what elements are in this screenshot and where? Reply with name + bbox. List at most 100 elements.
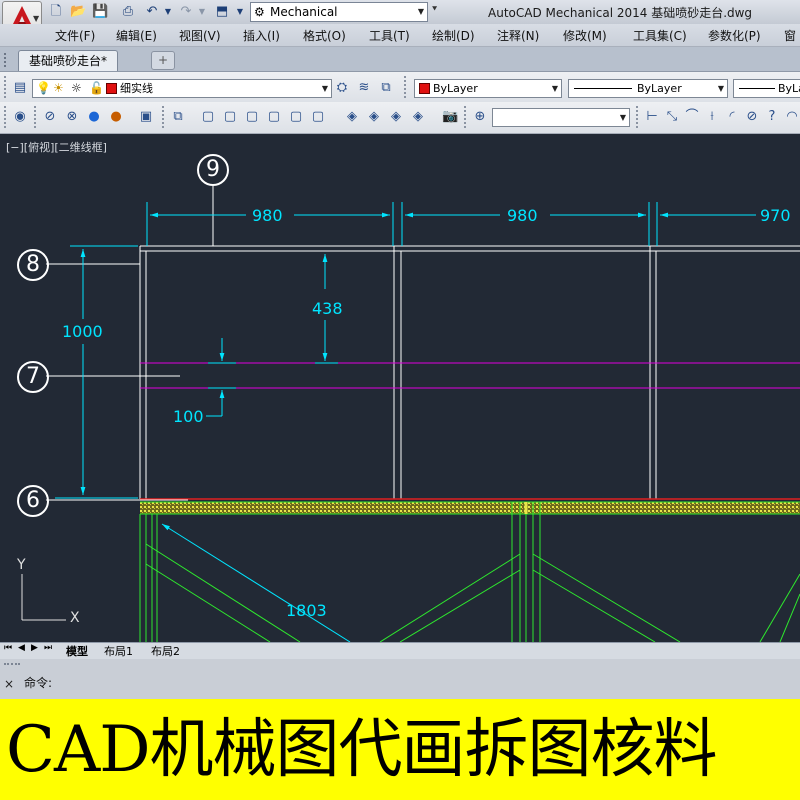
tab-layout1[interactable]: 布局1 [104, 643, 133, 659]
menu-modify[interactable]: 修改(M) [563, 27, 607, 44]
menu-insert[interactable]: 插入(I) [243, 27, 280, 44]
new-file-icon[interactable]: 🗋 [48, 4, 64, 20]
menu-edit[interactable]: 编辑(E) [116, 27, 157, 44]
sphere-orange-icon[interactable]: ● [108, 109, 124, 125]
workspace-value: Mechanical [270, 5, 338, 19]
view-left-icon[interactable]: ▢ [244, 109, 260, 125]
menu-window[interactable]: 窗 [784, 27, 796, 44]
file-tab-active[interactable]: 基础喷砂走台* [18, 50, 119, 71]
hide-objects-icon[interactable]: ⊗ [64, 109, 80, 125]
grid-bubble-9: 9 [197, 154, 229, 186]
toolbar-grip [162, 106, 168, 128]
command-area [0, 659, 800, 699]
ucs-x-label: X [70, 610, 80, 626]
layer-properties-icon[interactable]: ▤ [12, 80, 28, 96]
drawing-canvas[interactable]: 9 8 7 6 980 980 970 1000 438 100 1803 Y … [0, 134, 800, 642]
view-bottom-icon[interactable]: ▢ [222, 109, 238, 125]
angular-dimension-icon[interactable]: ◠ [784, 109, 800, 125]
window-title: AutoCAD Mechanical 2014 基础喷砂走台.dwg [488, 6, 753, 20]
lineweight-control[interactable]: ByLa [733, 79, 800, 98]
open-file-icon[interactable]: 📂 [70, 4, 86, 20]
layer-previous-icon[interactable]: ≋ [356, 80, 372, 96]
hide-icon[interactable]: ⊘ [42, 109, 58, 125]
viewport-controls[interactable]: [−][俯视][二维线框] [6, 139, 107, 155]
layer-name: 细实线 [120, 82, 153, 95]
redo-dropdown-icon[interactable]: ▼ [194, 4, 210, 20]
nw-iso-icon[interactable]: ◈ [410, 109, 426, 125]
plot-icon[interactable]: ⬒ [214, 4, 230, 20]
render-region-icon[interactable]: ▣ [138, 109, 154, 125]
color-control[interactable]: ByLayer ▼ [414, 79, 562, 98]
toolbar-grip [636, 106, 642, 128]
dim-980-left: 980 [252, 206, 283, 225]
jogged-dimension-icon[interactable]: ⊘ [744, 109, 760, 125]
menu-format[interactable]: 格式(O) [303, 27, 346, 44]
radius-dimension-icon[interactable]: ◜ [724, 109, 740, 125]
qat-dropdown-icon[interactable]: ▼ [232, 4, 248, 20]
print-icon[interactable]: ⎙ [120, 4, 136, 20]
sphere-blue-icon[interactable]: ● [86, 109, 102, 125]
chevron-down-icon: ▼ [717, 84, 725, 93]
last-tab-icon[interactable]: ⏭ [44, 643, 52, 653]
ucs-icon[interactable]: ⊕ [472, 109, 488, 125]
linetype-control[interactable]: ByLayer ▼ [568, 79, 728, 98]
diameter-dimension-icon[interactable]: ? [764, 109, 780, 125]
linear-dimension-icon[interactable]: ⊢ [644, 109, 660, 125]
se-iso-icon[interactable]: ◈ [366, 109, 382, 125]
sun-lock-icon: ☼ [71, 81, 82, 95]
named-views-icon[interactable]: ⧉ [170, 109, 186, 125]
menu-toolsets[interactable]: 工具集(C) [633, 27, 687, 44]
menu-annotate[interactable]: 注释(N) [497, 27, 539, 44]
aligned-dimension-icon[interactable]: ⤡ [664, 109, 680, 125]
render-icon[interactable]: ◉ [12, 109, 28, 125]
toolbar-grip [404, 76, 410, 98]
ordinate-dimension-icon[interactable]: ⟊ [704, 109, 720, 125]
close-icon[interactable]: × [4, 677, 14, 691]
prev-tab-icon[interactable]: ◀ [18, 643, 25, 653]
linetype-value: ByLayer [637, 82, 682, 95]
redo-icon[interactable]: ↷ [178, 4, 194, 20]
new-tab-button[interactable]: + [151, 51, 175, 70]
undo-dropdown-icon[interactable]: ▼ [160, 4, 176, 20]
color-swatch [419, 83, 430, 94]
chevron-down-icon: ▼ [619, 113, 627, 122]
workspace-select[interactable]: ⚙ Mechanical ▼ [250, 2, 428, 22]
menu-draw[interactable]: 绘制(D) [432, 27, 475, 44]
first-tab-icon[interactable]: ⏮ [4, 643, 12, 653]
save-as-icon[interactable] [100, 4, 116, 20]
plus-icon: + [157, 53, 169, 67]
platform-frame [139, 245, 800, 499]
toolbar-grip [4, 76, 10, 98]
unlock-icon: 🔓 [89, 81, 104, 95]
view-back-icon[interactable]: ▢ [310, 109, 326, 125]
toolbar-grip [4, 106, 10, 128]
grating-hatch [140, 502, 800, 514]
arc-length-icon[interactable]: ⌒ [684, 109, 700, 125]
ne-iso-icon[interactable]: ◈ [388, 109, 404, 125]
menu-view[interactable]: 视图(V) [179, 27, 221, 44]
tab-model[interactable]: 模型 [66, 643, 88, 659]
layer-state-icon[interactable]: ⧉ [378, 80, 394, 96]
lightbulb-icon: 💡 [36, 81, 51, 95]
view-right-icon[interactable]: ▢ [266, 109, 282, 125]
undo-icon[interactable]: ↶ [144, 4, 160, 20]
menu-parametric[interactable]: 参数化(P) [708, 27, 761, 44]
chevron-down-icon: ▼ [417, 7, 425, 16]
sw-iso-icon[interactable]: ◈ [344, 109, 360, 125]
dim-438: 438 [312, 299, 343, 318]
menu-file[interactable]: 文件(F) [55, 27, 95, 44]
tab-layout2[interactable]: 布局2 [151, 643, 180, 659]
customize-qat-icon[interactable]: ⯆ [431, 5, 438, 15]
layer-select[interactable]: 💡 ☀ ☼ 🔓 细实线 ▼ [32, 79, 332, 98]
next-tab-icon[interactable]: ▶ [31, 643, 38, 653]
dim-1000: 1000 [62, 322, 103, 341]
view-top-icon[interactable]: ▢ [200, 109, 216, 125]
linetype-preview [574, 88, 632, 89]
make-current-layer-icon[interactable]: ⛭ [334, 80, 350, 96]
ucs-select[interactable]: ▼ [492, 108, 630, 127]
view-front-icon[interactable]: ▢ [288, 109, 304, 125]
camera-icon[interactable]: 📷 [442, 109, 458, 125]
command-prompt[interactable]: 命令: [24, 674, 52, 691]
menu-tools[interactable]: 工具(T) [369, 27, 410, 44]
app-menu-dropdown-icon[interactable]: ▼ [33, 14, 39, 23]
